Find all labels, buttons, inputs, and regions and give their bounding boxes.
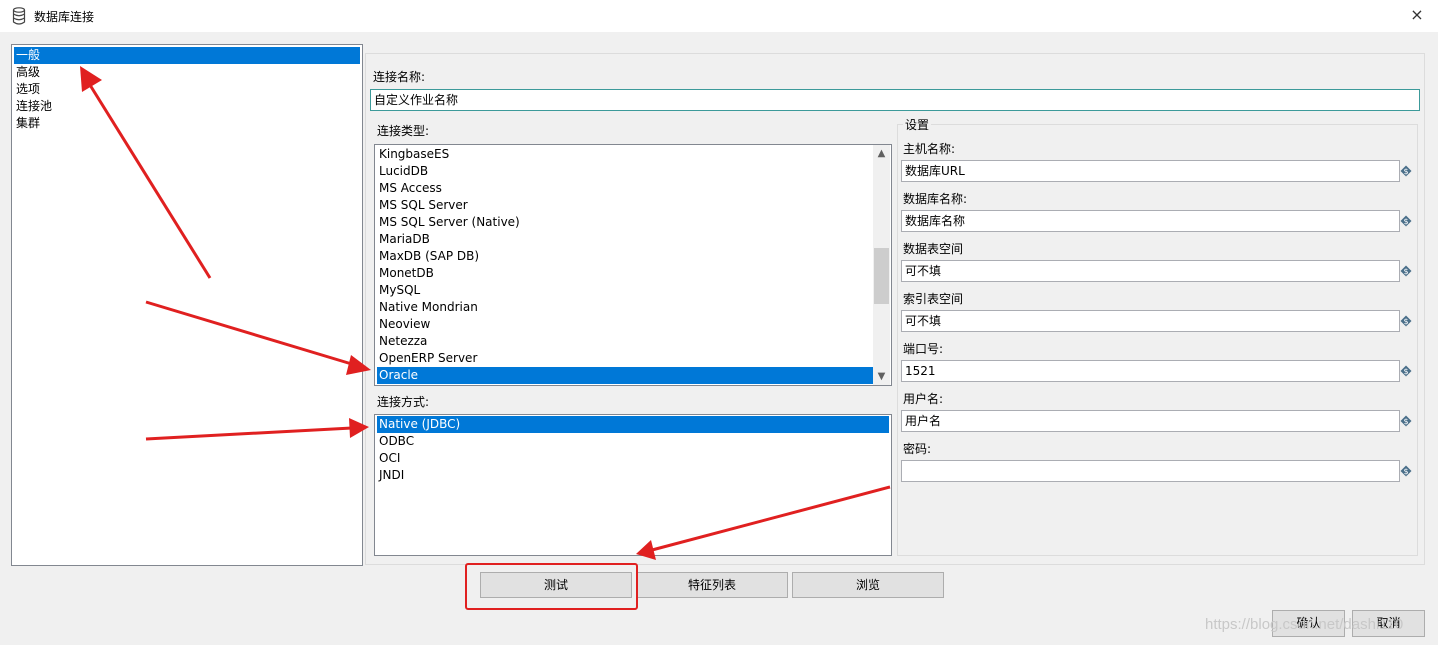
close-icon[interactable]: ×	[1404, 4, 1430, 28]
list-item-selected[interactable]: Native (JDBC)	[377, 416, 889, 433]
nav-item-options[interactable]: 选项	[14, 81, 360, 98]
settings-group	[897, 124, 1418, 556]
nav-item-pooling[interactable]: 连接池	[14, 98, 360, 115]
variable-icon[interactable]: $	[1400, 315, 1412, 327]
list-item[interactable]: KingbaseES	[377, 146, 874, 163]
list-item[interactable]: OCI	[377, 450, 889, 467]
variable-icon[interactable]: $	[1400, 215, 1412, 227]
list-item[interactable]: Netezza	[377, 333, 874, 350]
host-label: 主机名称:	[903, 142, 956, 156]
connection-type-list[interactable]: KingbaseES LucidDB MS Access MS SQL Serv…	[374, 144, 892, 386]
list-item[interactable]: MonetDB	[377, 265, 874, 282]
svg-text:$: $	[1403, 267, 1408, 276]
connection-name-label: 连接名称:	[373, 70, 426, 84]
variable-icon[interactable]: $	[1400, 165, 1412, 177]
annotation-highlight-box	[465, 563, 638, 610]
list-item-selected[interactable]: Oracle	[377, 367, 874, 384]
svg-text:$: $	[1403, 467, 1408, 476]
list-item[interactable]: MaxDB (SAP DB)	[377, 248, 874, 265]
index-tablespace-label: 索引表空间	[903, 292, 964, 306]
data-tablespace-label: 数据表空间	[903, 242, 964, 256]
svg-text:$: $	[1403, 167, 1408, 176]
svg-text:$: $	[1403, 217, 1408, 226]
scroll-up-icon[interactable]: ▲	[873, 145, 890, 162]
index-tablespace-input[interactable]: 可不填	[901, 310, 1400, 332]
scroll-down-icon[interactable]: ▼	[873, 368, 890, 385]
access-method-label: 连接方式:	[377, 395, 430, 409]
variable-icon[interactable]: $	[1400, 465, 1412, 477]
feature-list-button[interactable]: 特征列表	[636, 572, 788, 598]
list-item[interactable]: MS SQL Server	[377, 197, 874, 214]
list-item[interactable]: ODBC	[377, 433, 889, 450]
list-item[interactable]: LucidDB	[377, 163, 874, 180]
variable-icon[interactable]: $	[1400, 365, 1412, 377]
nav-item-general[interactable]: 一般	[14, 47, 360, 64]
password-input[interactable]	[901, 460, 1400, 482]
nav-item-cluster[interactable]: 集群	[14, 115, 360, 132]
svg-text:$: $	[1403, 417, 1408, 426]
list-item[interactable]: JNDI	[377, 467, 889, 484]
nav-list: 一般 高级 选项 连接池 集群	[11, 44, 363, 566]
title-bar	[0, 0, 1438, 32]
browse-button[interactable]: 浏览	[792, 572, 944, 598]
nav-item-advanced[interactable]: 高级	[14, 64, 360, 81]
username-label: 用户名:	[903, 392, 944, 406]
port-input[interactable]: 1521	[901, 360, 1400, 382]
database-name-input[interactable]: 数据库名称	[901, 210, 1400, 232]
host-input[interactable]: 数据库URL	[901, 160, 1400, 182]
list-item[interactable]: OpenERP Server	[377, 350, 874, 367]
access-method-list[interactable]: Native (JDBC) ODBC OCI JNDI	[374, 414, 892, 556]
window-title: 数据库连接	[34, 10, 95, 24]
list-item[interactable]: MS Access	[377, 180, 874, 197]
list-item[interactable]: MariaDB	[377, 231, 874, 248]
variable-icon[interactable]: $	[1400, 415, 1412, 427]
password-label: 密码:	[903, 442, 932, 456]
variable-icon[interactable]: $	[1400, 265, 1412, 277]
list-item[interactable]: Neoview	[377, 316, 874, 333]
list-item[interactable]: Native Mondrian	[377, 299, 874, 316]
port-label: 端口号:	[903, 342, 944, 356]
svg-text:$: $	[1403, 317, 1408, 326]
settings-title: 设置	[903, 116, 932, 133]
svg-text:$: $	[1403, 367, 1408, 376]
connection-type-label: 连接类型:	[377, 124, 430, 138]
connection-name-input[interactable]: 自定义作业名称	[370, 89, 1420, 111]
database-icon	[12, 7, 26, 25]
scroll-thumb[interactable]	[874, 248, 889, 304]
username-input[interactable]: 用户名	[901, 410, 1400, 432]
list-item[interactable]: MS SQL Server (Native)	[377, 214, 874, 231]
connection-type-scrollbar[interactable]: ▲ ▼	[873, 145, 890, 385]
data-tablespace-input[interactable]: 可不填	[901, 260, 1400, 282]
watermark: https://blog.csdn.net/dashi110	[1205, 616, 1404, 633]
list-item[interactable]: MySQL	[377, 282, 874, 299]
database-name-label: 数据库名称:	[903, 192, 968, 206]
